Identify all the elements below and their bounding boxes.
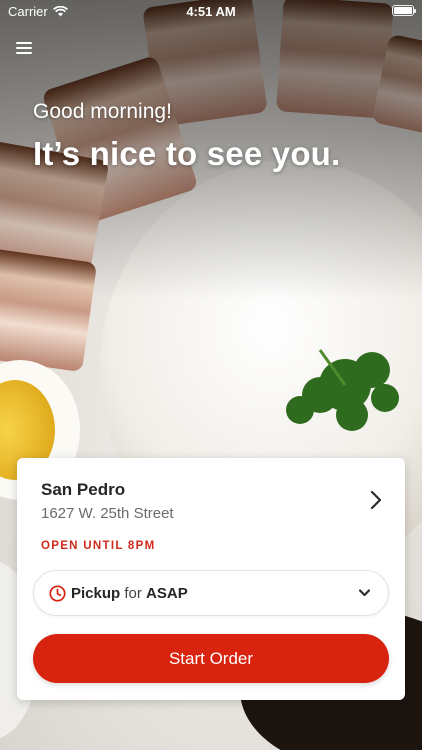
store-name: San Pedro <box>41 480 126 499</box>
order-mode-connector: for <box>124 585 142 602</box>
welcome-headline: It’s nice to see you. <box>33 135 341 172</box>
order-mode-label: Pickup for ASAP <box>71 585 188 602</box>
status-bar: Carrier 4:51 AM <box>0 0 422 22</box>
location-card: San Pedro 1627 W. 25th Street OPEN UNTIL… <box>17 458 405 700</box>
start-order-button[interactable]: Start Order <box>33 634 389 683</box>
app-screen: Carrier 4:51 AM Good morning! It’s nice … <box>0 0 422 750</box>
clock-icon <box>49 585 66 602</box>
chevron-right-icon <box>370 490 382 510</box>
order-mode: Pickup <box>71 585 121 602</box>
chevron-down-icon <box>358 589 371 597</box>
battery-icon <box>392 5 416 16</box>
hamburger-menu-icon[interactable] <box>14 38 36 58</box>
status-time: 4:51 AM <box>186 4 236 19</box>
store-hours-status: OPEN UNTIL 8PM <box>41 540 156 552</box>
store-address: 1627 W. 25th Street <box>41 505 174 522</box>
order-mode-dropdown[interactable]: Pickup for ASAP <box>33 570 389 616</box>
store-selector[interactable]: San Pedro 1627 W. 25th Street <box>17 458 405 548</box>
greeting-text: Good morning! <box>33 100 172 123</box>
order-time: ASAP <box>146 585 188 602</box>
